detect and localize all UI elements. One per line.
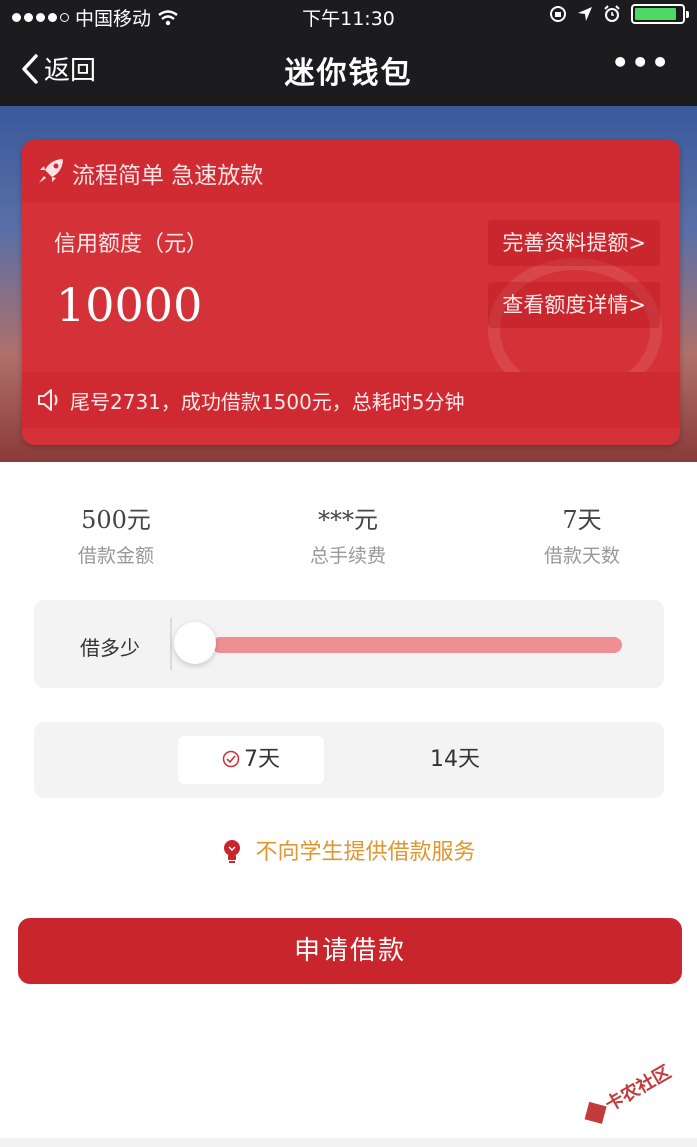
slider-track[interactable] [212,637,622,653]
limit-details-link[interactable]: 查看额度详情> [488,282,660,328]
slider-thumb[interactable] [174,622,216,664]
status-bar: 中国移动 下午11:30 [0,0,697,32]
battery-icon [631,4,689,24]
slider-label: 借多少 [80,636,140,660]
site-watermark: 卡农社区 [581,1058,675,1128]
card-notice-text: 尾号2731，成功借款1500元，总耗时5分钟 [70,390,465,414]
location-icon [578,7,592,21]
stat-value: ***元 [318,506,378,534]
status-right [549,4,689,24]
credit-card: 流程简单 急速放款 信用额度（元） 10000 完善资料提额> 查看额度详情> … [22,140,680,445]
battery-fill [635,8,676,20]
stat-label: 借款天数 [543,545,620,567]
rocket-icon [39,159,63,183]
bottom-divider [0,1138,697,1147]
alarm-icon [604,5,620,22]
stat-value: 7天 [562,506,602,534]
amount-slider-panel: 借多少 [34,600,664,688]
credit-label: 信用额度（元） [54,232,209,257]
stat-loan-days: 7天 借款天数 [472,500,692,568]
page-title: 迷你钱包 [284,56,413,91]
credit-amount: 10000 [56,278,203,332]
apply-loan-button[interactable]: 申请借款 [18,918,682,984]
day-option-label: 14天 [430,747,480,772]
card-notice-bar: 尾号2731，成功借款1500元，总耗时5分钟 [22,372,680,428]
navigation-bar: 返回 迷你钱包 ••• [0,32,697,106]
speaker-icon [38,389,58,411]
slider-divider [170,618,172,670]
lightbulb-icon [224,840,241,863]
day-option-14[interactable]: 14天 [380,736,530,784]
stat-total-fee: ***元 总手续费 [238,500,458,568]
stat-value: 500元 [81,506,151,534]
student-warning-text: 不向学生提供借款服务 [255,840,476,865]
stat-label: 总手续费 [309,545,386,567]
stat-loan-amount: 500元 借款金额 [6,500,226,568]
card-header: 流程简单 急速放款 [22,140,680,202]
watermark-text: 卡农社区 [601,1061,675,1116]
student-warning: 不向学生提供借款服务 [0,834,697,866]
watermark-logo-icon [584,1101,607,1124]
more-options-icon[interactable]: ••• [611,46,671,79]
improve-limit-link[interactable]: 完善资料提额> [488,220,660,266]
day-option-label: 7天 [244,747,280,772]
check-circle-icon [222,750,240,768]
rotation-lock-icon [550,6,566,22]
stat-label: 借款金额 [77,545,154,567]
day-option-7[interactable]: 7天 [178,736,324,784]
days-selector: 7天 14天 [34,722,664,798]
card-header-text: 流程简单 急速放款 [72,163,264,189]
